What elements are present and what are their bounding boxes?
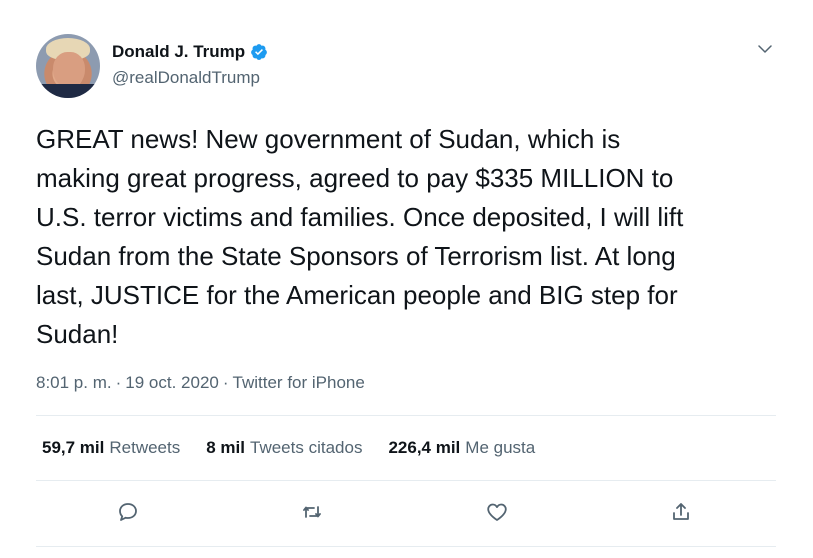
quote-tweets-count: 8 mil — [206, 438, 245, 457]
divider — [36, 546, 776, 547]
tweet-source[interactable]: Twitter for iPhone — [233, 373, 365, 393]
author-handle[interactable]: @realDonaldTrump — [112, 68, 260, 88]
tweet-actions — [0, 497, 813, 533]
likes-label: Me gusta — [465, 438, 536, 457]
tweet-date[interactable]: 19 oct. 2020 — [125, 373, 219, 393]
retweet-icon — [303, 506, 321, 518]
divider — [36, 415, 776, 416]
likes-count: 226,4 mil — [388, 438, 461, 457]
share-icon — [673, 503, 689, 520]
tweet-time[interactable]: 8:01 p. m. — [36, 373, 112, 393]
likes-stat[interactable]: 226,4 mil Me gusta — [388, 438, 535, 458]
divider — [36, 480, 776, 481]
like-button[interactable] — [482, 497, 512, 527]
meta-separator: · — [222, 373, 229, 392]
retweet-button[interactable] — [297, 497, 327, 527]
reply-icon — [119, 503, 137, 521]
quote-tweets-stat[interactable]: 8 mil Tweets citados — [206, 438, 362, 458]
reply-button[interactable] — [113, 497, 143, 527]
tweet-stats: 59,7 mil Retweets 8 mil Tweets citados 2… — [42, 438, 535, 458]
avatar[interactable] — [36, 34, 100, 98]
tweet-card: Donald J. Trump @realDonaldTrump GREAT n… — [0, 0, 813, 558]
quote-tweets-label: Tweets citados — [250, 438, 363, 457]
avatar-suit — [36, 84, 100, 98]
tweet-text: GREAT news! New government of Sudan, whi… — [36, 124, 684, 349]
author-display-name[interactable]: Donald J. Trump — [112, 42, 245, 62]
chevron-down-icon[interactable] — [756, 40, 774, 58]
meta-separator: · — [115, 373, 122, 392]
share-button[interactable] — [666, 497, 696, 527]
tweet-metadata: 8:01 p. m. · 19 oct. 2020 · Twitter for … — [36, 373, 365, 393]
author-name-row: Donald J. Trump — [112, 42, 268, 62]
retweets-label: Retweets — [109, 438, 181, 457]
retweets-count: 59,7 mil — [42, 438, 105, 457]
avatar-face — [53, 52, 85, 88]
verified-badge-icon — [251, 44, 268, 60]
retweets-stat[interactable]: 59,7 mil Retweets — [42, 438, 180, 458]
heart-icon — [487, 503, 507, 521]
